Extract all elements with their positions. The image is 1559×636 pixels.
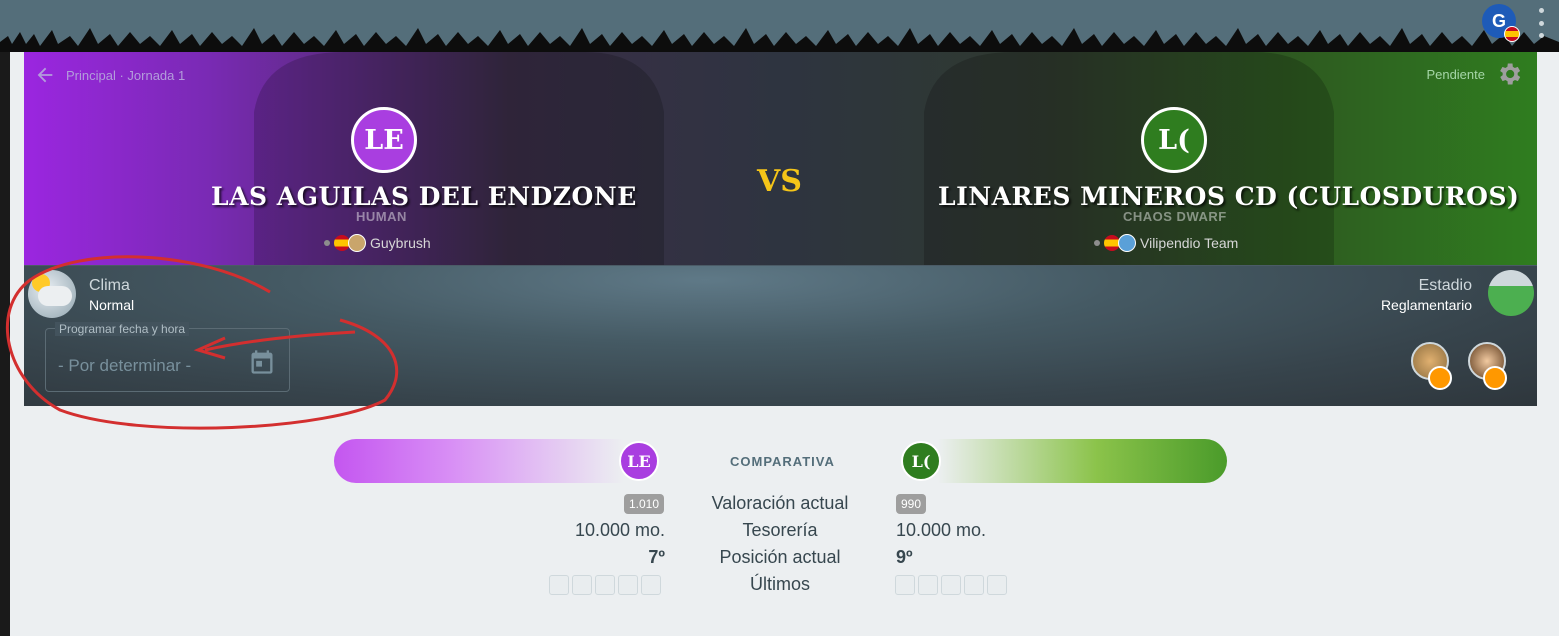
calendar-icon[interactable]: [248, 348, 276, 376]
home-team-logo[interactable]: LE: [351, 107, 417, 173]
weather-label: Clima: [89, 277, 130, 294]
away-coach-name: Vilipendio Team: [1140, 235, 1239, 251]
stadium-label: Estadio: [1418, 277, 1472, 294]
stadium-icon: [1488, 270, 1534, 316]
user-initial: G: [1491, 10, 1506, 31]
top-app-bar: G: [0, 0, 1559, 52]
away-treasury: 10.000 mo.: [896, 520, 987, 540]
gear-icon[interactable]: [1495, 60, 1523, 88]
breadcrumb: Principal · Jornada 1: [34, 64, 185, 86]
home-team-value-badge: 1.010: [624, 494, 665, 514]
spain-flag-icon: [1504, 26, 1520, 42]
match-status: Pendiente: [1426, 60, 1523, 88]
comparison-label-position: Posición actual: [719, 547, 841, 567]
breadcrumb-text[interactable]: Principal · Jornada 1: [66, 68, 185, 83]
away-team-logo-small[interactable]: L(: [901, 441, 941, 481]
clock-icon: [1483, 366, 1507, 390]
schedule-date-label: Programar fecha y hora: [55, 322, 190, 336]
match-header: Principal · Jornada 1 Pendiente LE Las A…: [24, 52, 1537, 265]
away-coach[interactable]: Vilipendio Team: [1094, 234, 1238, 252]
comparison-label-value: Valoración actual: [711, 493, 849, 513]
home-treasury: 10.000 mo.: [574, 520, 665, 540]
home-team-logo-small[interactable]: LE: [619, 441, 659, 481]
match-info-bar: Clima Normal Estadio Reglamentario Progr…: [24, 265, 1537, 406]
away-initials-small: L(: [911, 451, 931, 471]
result-box: [941, 575, 961, 595]
clock-icon: [1428, 366, 1452, 390]
result-box: [964, 575, 984, 595]
grass-decoration: [0, 28, 1559, 52]
result-box: [641, 575, 661, 595]
home-position: 7º: [648, 547, 665, 567]
away-position: 9º: [896, 547, 913, 567]
left-edge: [0, 52, 10, 636]
comparison-label-last: Últimos: [749, 574, 810, 594]
home-coach[interactable]: Guybrush: [324, 234, 431, 252]
arrow-back-icon[interactable]: [34, 64, 56, 86]
home-last-results: [549, 575, 661, 595]
away-team-value-badge: 990: [896, 494, 927, 514]
result-box: [572, 575, 592, 595]
home-coach-name: Guybrush: [370, 235, 431, 251]
schedule-date-placeholder: - Por determinar -: [58, 356, 192, 375]
background-helmet-decoration: [254, 52, 1334, 265]
result-box: [549, 575, 569, 595]
comparison-title: COMPARATIVA: [730, 454, 835, 469]
coach-avatar: [348, 234, 366, 252]
home-comparison-bar: [334, 439, 624, 483]
home-team-name[interactable]: Las Aguilas Del Endzone: [211, 182, 637, 211]
comparison-label-treasury: Tesorería: [742, 520, 818, 540]
versus-label: VS: [757, 164, 802, 199]
status-text: Pendiente: [1426, 66, 1485, 82]
coach-avatar: [1118, 234, 1136, 252]
home-team-initials: LE: [364, 124, 404, 156]
result-box: [595, 575, 615, 595]
away-comparison-bar: [938, 439, 1227, 483]
weather-icon: [28, 270, 76, 318]
online-status-icon: [1094, 240, 1100, 246]
away-team-logo[interactable]: L(: [1141, 107, 1207, 173]
result-box: [987, 575, 1007, 595]
away-team-initials: L(: [1158, 124, 1190, 156]
result-box: [895, 575, 915, 595]
result-box: [918, 575, 938, 595]
away-last-results: [895, 575, 1007, 595]
weather-value: Normal: [89, 297, 135, 313]
home-team-race: HUMAN: [356, 209, 407, 224]
more-vert-icon[interactable]: [1539, 8, 1545, 38]
away-team-name[interactable]: Linares Mineros CD (CulosDuros): [938, 182, 1519, 211]
online-status-icon: [324, 240, 330, 246]
home-initials-small: LE: [627, 451, 651, 471]
stadium-value: Reglamentario: [1380, 297, 1472, 313]
away-team-race: CHAOS DWARF: [1123, 209, 1227, 224]
result-box: [618, 575, 638, 595]
